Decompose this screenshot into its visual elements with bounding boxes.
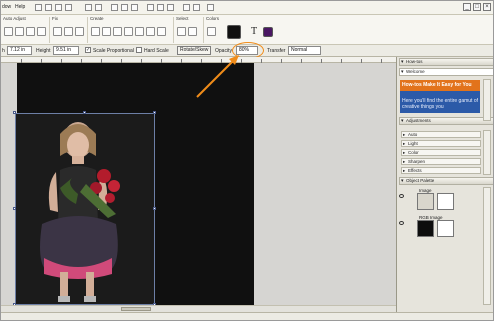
scale-proportional-checkbox[interactable]: ✓ <box>85 47 91 53</box>
eyedropper-icon[interactable] <box>207 27 216 36</box>
adjustment-sharpen[interactable]: Sharpen <box>401 158 481 165</box>
welcome-tab[interactable]: Welcome <box>399 68 493 76</box>
auto-contrast-icon[interactable] <box>26 27 35 36</box>
group-label-select: Select <box>176 16 189 21</box>
undo-icon[interactable] <box>85 4 92 11</box>
ribbon-toolbar: Auto Adjust Fix Create Select Colors T <box>1 15 493 45</box>
fill-icon[interactable] <box>102 27 111 36</box>
annotation-arrow-icon <box>196 55 239 98</box>
fit-icon[interactable] <box>167 4 174 11</box>
horizontal-scrollbar[interactable] <box>1 305 396 312</box>
layer-thumbnail <box>417 220 434 237</box>
group-label-create: Create <box>90 16 104 21</box>
selected-photo-object[interactable] <box>15 113 155 305</box>
redo-icon[interactable] <box>95 4 102 11</box>
crop-icon[interactable] <box>53 27 62 36</box>
minimize-button[interactable]: _ <box>463 3 471 11</box>
open-icon[interactable] <box>45 4 52 11</box>
save-icon[interactable] <box>55 4 62 11</box>
resize-handle-e[interactable] <box>153 207 156 210</box>
menu-help[interactable]: Help <box>15 4 25 10</box>
eye-icon[interactable] <box>399 194 404 198</box>
transfer-select[interactable]: Normal <box>288 46 321 55</box>
ruler-icon[interactable] <box>193 4 200 11</box>
auto-color-icon[interactable] <box>37 27 46 36</box>
copy-icon[interactable] <box>121 4 128 11</box>
layer-row[interactable]: Image <box>398 188 488 212</box>
resize-handle-w[interactable] <box>13 207 16 210</box>
width-label: h <box>2 48 5 54</box>
howto-scrollbar[interactable] <box>483 79 491 121</box>
text-tool-icon[interactable]: T <box>251 27 260 37</box>
gradient-icon[interactable] <box>157 27 166 36</box>
adjustment-auto[interactable]: Auto <box>401 131 481 138</box>
width-field[interactable]: 7.12 in <box>7 46 32 55</box>
close-button[interactable]: × <box>483 3 491 11</box>
eye-icon[interactable] <box>399 221 404 225</box>
layout-icon[interactable] <box>207 4 214 11</box>
lasso-icon[interactable] <box>188 27 197 36</box>
new-icon[interactable] <box>35 4 42 11</box>
status-bar <box>1 312 493 320</box>
adjustments-scrollbar[interactable] <box>483 130 491 175</box>
zoom-in-icon[interactable] <box>157 4 164 11</box>
paint-icon[interactable] <box>124 27 133 36</box>
group-label-auto-adjust: Auto Adjust <box>3 16 26 21</box>
eraser-icon[interactable] <box>135 27 144 36</box>
adjustment-light[interactable]: Light <box>401 140 481 147</box>
app-window: dow Help _ □ × Auto Adjust Fix Create Se… <box>0 0 494 321</box>
group-label-fix: Fix <box>52 16 58 21</box>
foreground-color-swatch[interactable] <box>227 25 241 39</box>
print-icon[interactable] <box>65 4 72 11</box>
height-field[interactable]: 9.51 in <box>53 46 79 55</box>
zoom-out-icon[interactable] <box>147 4 154 11</box>
color-swatch[interactable] <box>263 27 273 37</box>
howto-body-text: Here you'll find the entire gamut of cre… <box>400 91 480 113</box>
select-icon[interactable] <box>177 27 186 36</box>
red-eye-icon[interactable] <box>64 27 73 36</box>
scale-proportional-label: Scale Proportional <box>93 48 134 54</box>
auto-fix-icon[interactable] <box>4 27 13 36</box>
grid-icon[interactable] <box>183 4 190 11</box>
layer-mask-thumbnail <box>437 220 454 237</box>
layer-thumbnail <box>417 193 434 210</box>
menu-bar: dow Help _ □ × <box>1 1 493 15</box>
adjustment-color[interactable]: Color <box>401 149 481 156</box>
howto-panel-title[interactable]: How-tos <box>399 58 493 66</box>
group-label-colors: Colors <box>206 16 220 21</box>
line-icon[interactable] <box>113 27 122 36</box>
resize-handle-ne[interactable] <box>153 111 156 114</box>
scrollbar-thumb[interactable] <box>121 307 151 311</box>
shape-icon[interactable] <box>91 27 100 36</box>
object-palette-title[interactable]: Object Palette <box>399 177 493 185</box>
object-palette-scrollbar[interactable] <box>483 187 491 305</box>
hard-scale-label: Hard Scale <box>144 48 169 54</box>
retouch-icon[interactable] <box>75 27 84 36</box>
resize-handle-n[interactable] <box>83 111 86 114</box>
paste-icon[interactable] <box>131 4 138 11</box>
adjustment-effects[interactable]: Effects <box>401 167 481 174</box>
layer-row[interactable]: RGB Image <box>398 215 488 239</box>
menu-window[interactable]: dow <box>2 4 11 10</box>
auto-levels-icon[interactable] <box>15 27 24 36</box>
transfer-label: Transfer <box>267 48 286 54</box>
howto-headline[interactable]: How-tos Make It Easy for You <box>400 80 480 91</box>
girl-photo-image <box>16 114 154 304</box>
hard-scale-checkbox[interactable] <box>136 47 142 53</box>
layer-mask-thumbnail <box>437 193 454 210</box>
canvas-area[interactable] <box>1 55 396 312</box>
maximize-button[interactable]: □ <box>473 3 481 11</box>
resize-handle-nw[interactable] <box>13 111 16 114</box>
cut-icon[interactable] <box>111 4 118 11</box>
clone-icon[interactable] <box>146 27 155 36</box>
height-label: Height <box>36 48 51 54</box>
adjustments-panel-title[interactable]: Adjustments <box>399 117 493 125</box>
